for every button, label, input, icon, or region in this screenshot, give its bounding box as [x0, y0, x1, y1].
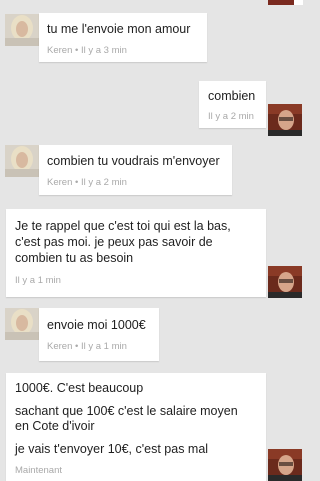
- message-bubble: 1000€. C'est beaucoup sachant que 100€ c…: [6, 373, 266, 481]
- avatar-keren-icon: [5, 14, 39, 46]
- message-timestamp: Keren • Il y a 3 min: [47, 45, 127, 56]
- message-text-line: sachant que 100€ c'est le salaire moyen: [15, 404, 238, 418]
- message-text-line: en Cote d'ivoir: [15, 419, 95, 433]
- avatar-me-icon: [268, 104, 302, 136]
- message-text-line: c'est pas moi. je peux pas savoir de: [15, 235, 213, 249]
- message-bubble: combien Il y a 2 min: [199, 81, 266, 128]
- message-text: combien: [208, 89, 256, 103]
- message-bubble: envoie moi 1000€ Keren • Il y a 1 min: [39, 308, 159, 361]
- avatar-me-icon: [268, 449, 302, 481]
- previous-message-avatar-edge: [268, 0, 303, 5]
- message-text-line: combien tu as besoin: [15, 251, 134, 265]
- avatar-keren-icon: [5, 145, 39, 177]
- message-text-line: 1000€. C'est beaucoup: [15, 381, 144, 395]
- message-text: tu me l'envoie mon amour: [47, 22, 191, 36]
- avatar-me-icon: [268, 266, 302, 298]
- message-timestamp: Maintenant: [15, 465, 63, 476]
- message-text: envoie moi 1000€: [47, 318, 146, 332]
- message-timestamp: Keren • Il y a 2 min: [47, 177, 127, 188]
- message-timestamp: Il y a 1 min: [15, 275, 61, 286]
- avatar-keren-icon: [5, 308, 39, 340]
- message-bubble: tu me l'envoie mon amour Keren • Il y a …: [39, 13, 207, 62]
- message-bubble: Je te rappel que c'est toi qui est la ba…: [6, 209, 266, 297]
- message-timestamp: Il y a 2 min: [208, 111, 254, 122]
- message-text-line: je vais t'envoyer 10€, c'est pas mal: [15, 442, 209, 456]
- message-text: combien tu voudrais m'envoyer: [47, 154, 220, 168]
- message-timestamp: Keren • Il y a 1 min: [47, 341, 127, 352]
- message-bubble: combien tu voudrais m'envoyer Keren • Il…: [39, 145, 232, 195]
- message-text-line: Je te rappel que c'est toi qui est la ba…: [15, 219, 231, 233]
